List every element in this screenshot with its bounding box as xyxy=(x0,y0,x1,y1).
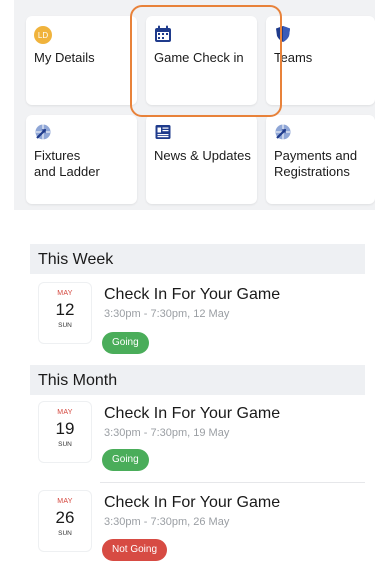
date-weekday: SUN xyxy=(58,441,72,448)
section-heading: This Week xyxy=(38,251,114,268)
tile-label: Payments and Registrations xyxy=(274,148,357,180)
event-item[interactable]: MAY 26 SUN Check In For Your Game 3:30pm… xyxy=(30,490,365,566)
divider xyxy=(100,482,365,483)
globe-arrow-icon xyxy=(274,123,292,141)
tile-payments-and-registrations[interactable]: Payments and Registrations xyxy=(266,115,375,204)
status-badge-going[interactable]: Going xyxy=(102,449,149,471)
event-item[interactable]: MAY 19 SUN Check In For Your Game 3:30pm… xyxy=(30,401,365,479)
tile-label: News & Updates xyxy=(154,148,251,163)
avatar: LD xyxy=(34,26,52,44)
event-title: Check In For Your Game xyxy=(104,494,281,511)
highlight-outline xyxy=(130,5,282,117)
date-day: 12 xyxy=(55,300,75,319)
event-time: 3:30pm - 7:30pm, 12 May xyxy=(104,308,230,320)
date-weekday: SUN xyxy=(58,322,72,329)
tile-news-and-updates[interactable]: News & Updates xyxy=(146,115,257,204)
status-badge-going[interactable]: Going xyxy=(102,332,149,354)
avatar-icon: LD xyxy=(34,26,52,44)
date-month: MAY xyxy=(57,290,73,297)
section-header-this-month: This Month xyxy=(30,365,365,395)
date-month: MAY xyxy=(57,498,73,505)
date-badge: MAY 19 SUN xyxy=(38,401,92,463)
section-header-this-week: This Week xyxy=(30,244,365,274)
tile-label: My Details xyxy=(34,50,95,65)
tile-label: Fixtures and Ladder xyxy=(34,148,100,180)
date-badge: MAY 26 SUN xyxy=(38,490,92,552)
tile-teams[interactable]: Teams xyxy=(266,16,375,105)
event-time: 3:30pm - 7:30pm, 26 May xyxy=(104,516,230,528)
tile-my-details[interactable]: LD My Details xyxy=(26,16,137,105)
date-weekday: SUN xyxy=(58,530,72,537)
tile-label-line: and Ladder xyxy=(34,164,100,179)
section-heading: This Month xyxy=(38,372,118,389)
date-day: 26 xyxy=(55,508,75,527)
tile-label-line: Registrations xyxy=(274,164,350,179)
tile-label-line: Fixtures xyxy=(34,148,81,163)
status-badge-not-going[interactable]: Not Going xyxy=(102,539,168,561)
event-title: Check In For Your Game xyxy=(104,286,281,303)
date-month: MAY xyxy=(57,409,73,416)
event-time: 3:30pm - 7:30pm, 19 May xyxy=(104,427,230,439)
tile-label-line: Payments and xyxy=(274,148,358,163)
date-day: 19 xyxy=(55,419,75,438)
globe-arrow-icon xyxy=(34,123,52,141)
tile-fixtures-and-ladder[interactable]: Fixtures and Ladder xyxy=(26,115,137,204)
event-title: Check In For Your Game xyxy=(104,405,281,422)
event-item[interactable]: MAY 12 SUN Check In For Your Game 3:30pm… xyxy=(30,282,365,354)
news-icon xyxy=(154,123,172,141)
date-badge: MAY 12 SUN xyxy=(38,282,92,344)
